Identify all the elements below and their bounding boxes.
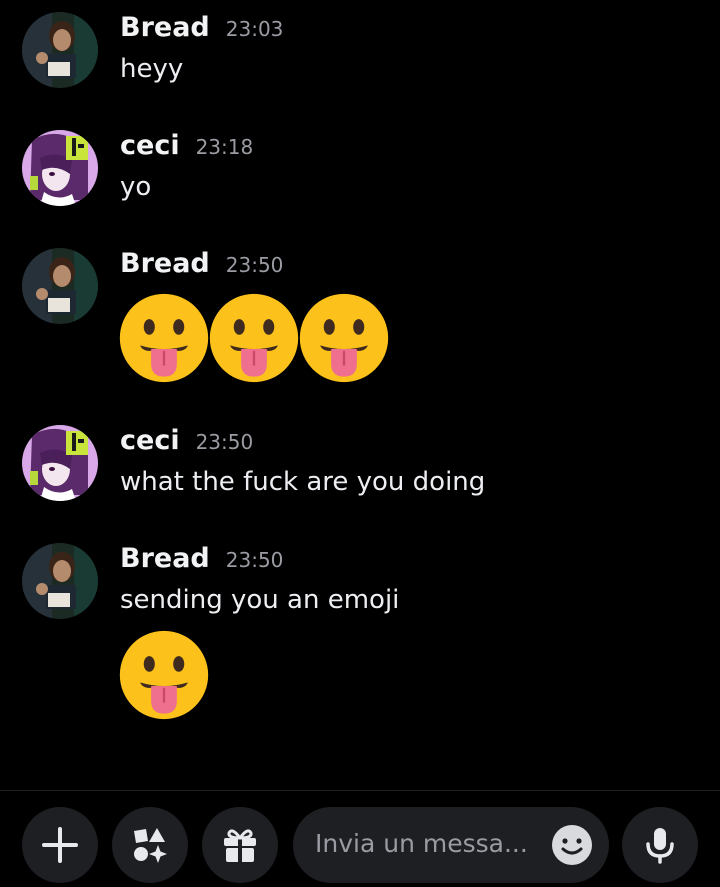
ceci-avatar[interactable] — [22, 425, 98, 501]
stuck-out-tongue-emoji[interactable] — [118, 629, 210, 721]
message-timestamp: 23:50 — [195, 430, 254, 454]
message-timestamp: 23:50 — [225, 253, 284, 277]
message-text: yo — [120, 172, 152, 202]
message-timestamp: 23:18 — [195, 135, 254, 159]
plus-icon — [42, 827, 78, 863]
message-list[interactable]: Bread 23:03 heyy ceci 23:18 yo Bread 23:… — [0, 0, 720, 790]
emoji-row — [118, 292, 388, 384]
message-author[interactable]: Bread — [120, 248, 210, 279]
apps-icon — [134, 828, 167, 863]
emoji-row — [118, 629, 208, 721]
bread-avatar[interactable] — [22, 248, 98, 324]
message-text: heyy — [120, 54, 184, 84]
microphone-icon — [646, 828, 674, 864]
gift-button[interactable] — [202, 807, 278, 883]
stuck-out-tongue-emoji[interactable] — [208, 292, 300, 384]
stuck-out-tongue-emoji[interactable] — [298, 292, 390, 384]
message-author[interactable]: Bread — [120, 12, 210, 43]
bread-avatar[interactable] — [22, 543, 98, 619]
message-composer: Invia un messa... — [0, 790, 720, 887]
gift-icon — [224, 829, 256, 862]
voice-message-button[interactable] — [622, 807, 698, 883]
message-input[interactable]: Invia un messa... — [293, 807, 609, 883]
message-text: what the fuck are you doing — [120, 467, 486, 497]
message-author[interactable]: ceci — [120, 425, 180, 456]
message-author[interactable]: Bread — [120, 543, 210, 574]
stuck-out-tongue-emoji[interactable] — [118, 292, 210, 384]
message-input-placeholder: Invia un messa... — [315, 829, 528, 858]
emoji-icon[interactable] — [551, 824, 593, 866]
ceci-avatar[interactable] — [22, 130, 98, 206]
apps-button[interactable] — [112, 807, 188, 883]
message-timestamp: 23:50 — [225, 548, 284, 572]
message-text: sending you an emoji — [120, 585, 400, 615]
plus-button[interactable] — [22, 807, 98, 883]
bread-avatar[interactable] — [22, 12, 98, 88]
message-author[interactable]: ceci — [120, 130, 180, 161]
message-timestamp: 23:03 — [225, 17, 284, 41]
